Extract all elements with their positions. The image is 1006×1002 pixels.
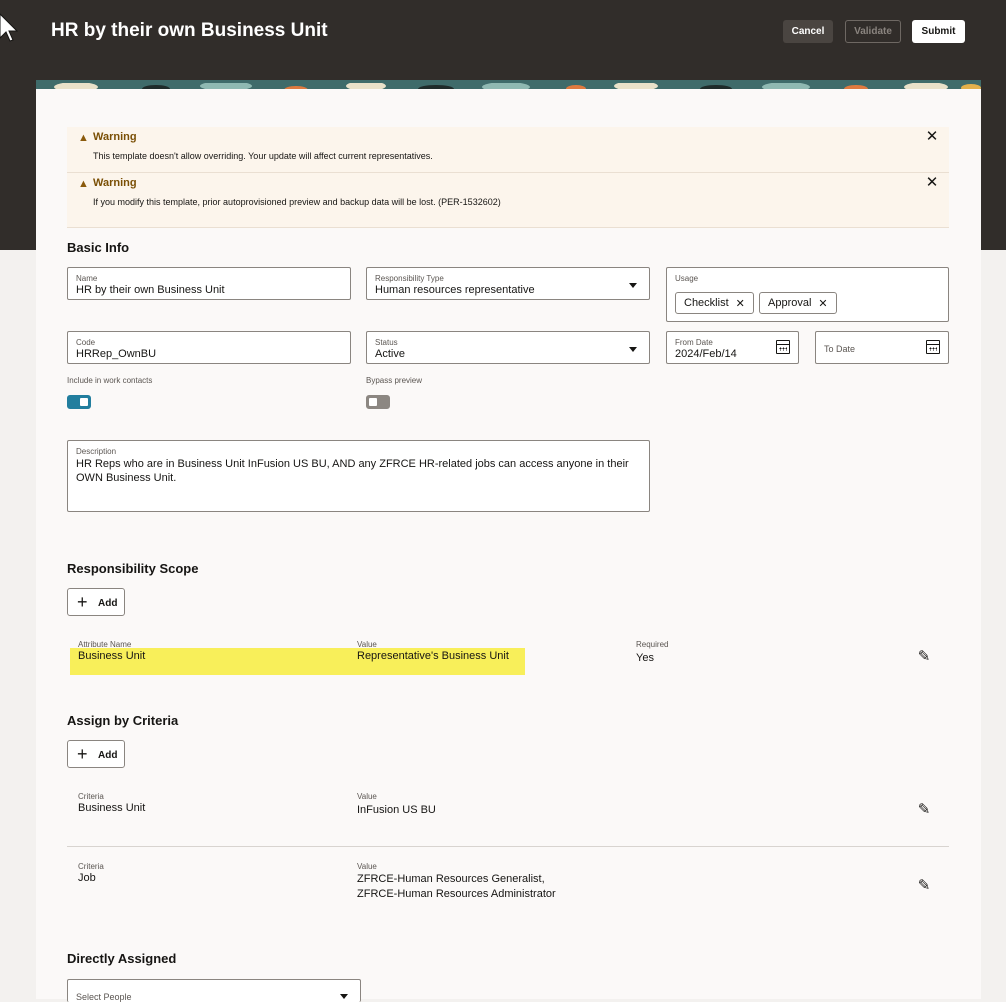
assign-by-criteria-heading: Assign by Criteria [67, 713, 179, 728]
responsibility-type-select[interactable]: Responsibility Type Human resources repr… [366, 267, 650, 300]
warning-title: Warning [93, 177, 137, 189]
validate-button[interactable]: Validate [845, 20, 901, 43]
basic-info-heading: Basic Info [67, 240, 130, 255]
to-date-label: To Date [824, 344, 856, 354]
directly-assigned-heading: Directly Assigned [67, 951, 177, 966]
warning-title: Warning [93, 131, 137, 143]
criteria-value-text: ZFRCE-Human Resources Generalist, [357, 873, 545, 885]
usage-chip-checklist[interactable]: Checklist ✕ [675, 292, 754, 314]
responsibility-type-value: Human resources representative [375, 284, 535, 296]
name-field[interactable]: Name HR by their own Business Unit [67, 267, 351, 300]
close-icon[interactable]: ✕ [924, 173, 940, 191]
add-scope-button[interactable]: + Add [67, 588, 125, 616]
page-title: HR by their own Business Unit [51, 20, 328, 41]
calendar-icon[interactable] [926, 340, 940, 354]
criteria-label: Criteria [78, 792, 104, 801]
criteria-label: Criteria [78, 862, 104, 871]
usage-field[interactable]: Usage Checklist ✕ Approval ✕ [666, 267, 949, 322]
warning-message: ▲ Warning This template doesn't allow ov… [67, 127, 949, 173]
usage-chip-approval[interactable]: Approval ✕ [759, 292, 837, 314]
include-work-contacts-label: Include in work contacts [67, 376, 153, 385]
required-value: Yes [636, 652, 654, 664]
code-value: HRRep_OwnBU [76, 348, 157, 360]
warning-message: ▲ Warning If you modify this template, p… [67, 173, 949, 228]
scope-value: Representative's Business Unit [357, 650, 509, 662]
remove-icon[interactable]: ✕ [818, 297, 827, 310]
scope-value-label: Value [357, 640, 377, 649]
remove-icon[interactable]: ✕ [736, 297, 745, 310]
to-date-field[interactable]: To Date [815, 331, 949, 364]
attribute-name-label: Attribute Name [78, 640, 132, 649]
responsibility-scope-heading: Responsibility Scope [67, 561, 199, 576]
include-work-contacts-toggle[interactable] [67, 395, 91, 409]
status-select[interactable]: Status Active [366, 331, 650, 364]
from-date-label: From Date [675, 338, 713, 347]
from-date-field[interactable]: From Date 2024/Feb/14 [666, 331, 799, 364]
status-value: Active [375, 348, 405, 360]
criteria-value-text: InFusion US BU [357, 804, 436, 816]
code-label: Code [76, 338, 96, 347]
criteria-value-label: Value [357, 862, 377, 871]
chip-label: Checklist [684, 297, 729, 309]
criteria-value-text: ZFRCE-Human Resources Administrator [357, 888, 556, 900]
add-label: Add [98, 750, 118, 761]
status-label: Status [375, 338, 398, 347]
usage-label: Usage [675, 274, 699, 283]
warning-icon: ▲ [78, 178, 89, 190]
close-icon[interactable]: ✕ [924, 127, 940, 145]
row-divider [67, 846, 949, 847]
description-value: HR Reps who are in Business Unit InFusio… [76, 458, 629, 484]
required-label: Required [636, 640, 669, 649]
add-criteria-button[interactable]: + Add [67, 740, 125, 768]
add-label: Add [98, 598, 118, 609]
calendar-icon[interactable] [776, 340, 790, 354]
description-label: Description [76, 447, 117, 456]
submit-button[interactable]: Submit [912, 20, 965, 43]
plus-icon: + [77, 744, 88, 764]
warning-text: This template doesn't allow overriding. … [93, 151, 433, 161]
responsibility-type-label: Responsibility Type [375, 274, 444, 283]
cancel-button[interactable]: Cancel [783, 20, 833, 43]
chevron-down-icon [340, 994, 348, 999]
plus-icon: + [77, 592, 88, 612]
criteria-value: Business Unit [78, 802, 146, 814]
warning-icon: ▲ [78, 132, 89, 144]
select-people-placeholder: Select People [76, 992, 132, 1002]
criteria-value: Job [78, 872, 96, 884]
attribute-name-value: Business Unit [78, 650, 146, 662]
select-people-field[interactable]: Select People [67, 979, 361, 1002]
name-label: Name [76, 274, 98, 283]
from-date-value: 2024/Feb/14 [675, 348, 737, 360]
warning-text: If you modify this template, prior autop… [93, 197, 501, 207]
chevron-down-icon [629, 347, 637, 352]
edit-icon[interactable]: ✎ [916, 802, 932, 818]
name-value: HR by their own Business Unit [76, 284, 225, 296]
bypass-preview-toggle[interactable] [366, 395, 390, 409]
description-field[interactable]: Description HR Reps who are in Business … [67, 440, 650, 512]
code-field[interactable]: Code HRRep_OwnBU [67, 331, 351, 364]
mouse-cursor-icon [0, 13, 18, 42]
edit-icon[interactable]: ✎ [916, 878, 932, 894]
bypass-preview-label: Bypass preview [366, 376, 423, 385]
chip-label: Approval [768, 297, 812, 309]
criteria-value-label: Value [357, 792, 377, 801]
chevron-down-icon [629, 283, 637, 288]
edit-icon[interactable]: ✎ [916, 649, 932, 665]
